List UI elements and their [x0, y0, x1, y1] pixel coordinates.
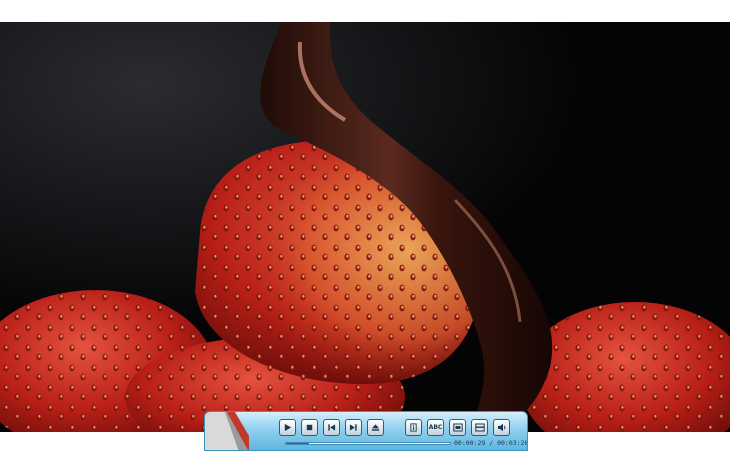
aspect-ratio-icon	[452, 423, 463, 432]
time-display: 00:00:29 / 00:03:20	[454, 439, 528, 447]
aspect-button[interactable]	[449, 419, 466, 436]
player-control-bar: ABC 00:00:29 / 00:03:20	[204, 411, 528, 451]
play-icon	[284, 423, 292, 432]
video-image	[0, 22, 730, 432]
subtitles-icon: ABC	[428, 424, 443, 431]
fullscreen-button[interactable]	[471, 419, 488, 436]
info-button[interactable]	[405, 419, 422, 436]
subtitles-button[interactable]: ABC	[427, 419, 444, 436]
video-frame[interactable]	[0, 22, 730, 432]
time-separator: /	[489, 439, 494, 447]
skip-forward-icon	[349, 424, 357, 431]
speaker-icon	[497, 423, 505, 432]
control-bar-corner-decoration	[205, 412, 249, 450]
volume-button[interactable]	[493, 419, 510, 436]
next-button[interactable]	[345, 419, 362, 436]
total-time: 00:03:20	[497, 439, 528, 447]
eject-button[interactable]	[367, 419, 384, 436]
seek-bar[interactable]	[285, 442, 451, 445]
stop-icon	[306, 424, 313, 431]
info-icon	[410, 423, 417, 432]
previous-button[interactable]	[323, 419, 340, 436]
play-button[interactable]	[279, 419, 296, 436]
current-time: 00:00:29	[454, 439, 486, 447]
skip-back-icon	[328, 424, 336, 431]
eject-icon	[371, 424, 380, 431]
letterbox-top	[0, 0, 730, 22]
fullscreen-icon	[474, 423, 485, 432]
seek-bar-progress	[286, 443, 309, 444]
stop-button[interactable]	[301, 419, 318, 436]
